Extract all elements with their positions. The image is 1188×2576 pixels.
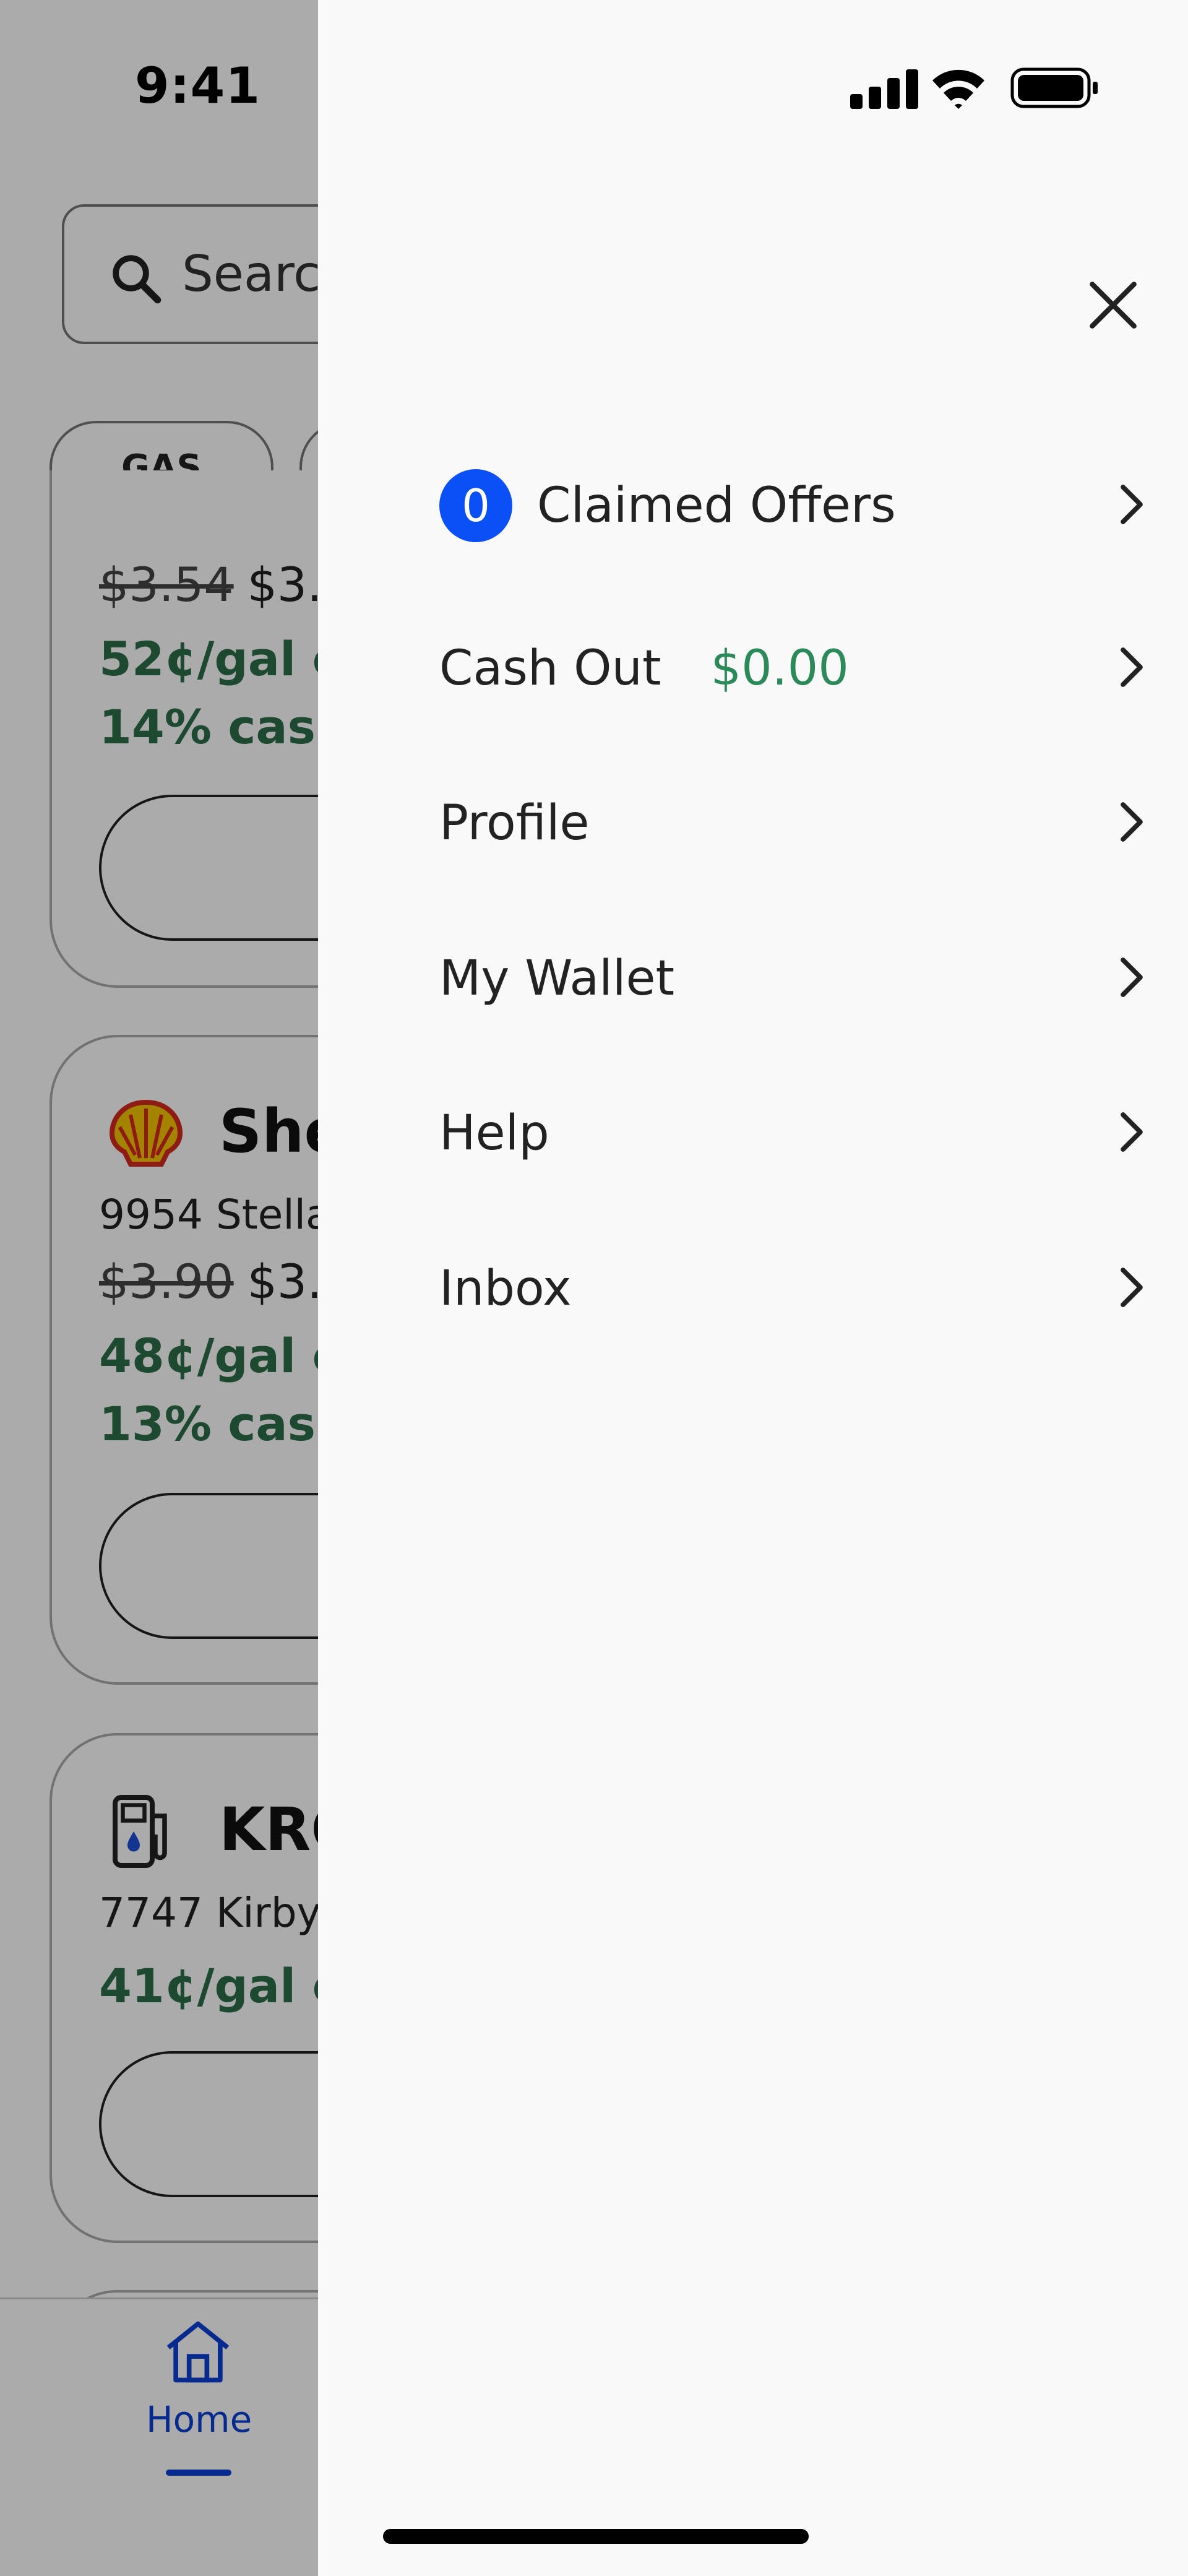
menu-item-inbox[interactable]: Inbox bbox=[439, 1233, 1145, 1344]
menu-item-label: Profile bbox=[439, 795, 590, 851]
signal-icon bbox=[850, 69, 918, 109]
chevron-right-icon bbox=[1119, 800, 1145, 846]
menu-item-profile[interactable]: Profile bbox=[439, 767, 1145, 879]
menu-item-my-wallet[interactable]: My Wallet bbox=[439, 923, 1145, 1034]
chevron-right-icon bbox=[1119, 483, 1145, 529]
menu-item-label: My Wallet bbox=[439, 951, 675, 1006]
close-icon bbox=[1085, 277, 1141, 335]
chevron-right-icon bbox=[1119, 1110, 1145, 1156]
side-drawer: 0 Claimed Offers Cash Out $0.00 Profile … bbox=[318, 0, 1188, 2576]
chevron-right-icon bbox=[1119, 1266, 1145, 1312]
wifi-icon bbox=[932, 69, 984, 109]
menu-item-label: Inbox bbox=[439, 1261, 572, 1316]
home-indicator bbox=[383, 2529, 809, 2544]
menu-item-help[interactable]: Help bbox=[439, 1078, 1145, 1189]
menu-item-label: Help bbox=[439, 1105, 549, 1161]
menu-item-claimed-offers[interactable]: 0 Claimed Offers bbox=[439, 450, 1145, 561]
battery-icon bbox=[1010, 67, 1098, 108]
chevron-right-icon bbox=[1119, 956, 1145, 1001]
offers-count-badge: 0 bbox=[439, 469, 512, 542]
menu-item-label: Claimed Offers bbox=[537, 478, 896, 534]
cash-out-amount: $0.00 bbox=[710, 641, 849, 696]
menu-item-label: Cash Out bbox=[439, 641, 661, 696]
close-button[interactable] bbox=[1067, 260, 1160, 353]
menu-item-cash-out[interactable]: Cash Out $0.00 bbox=[439, 613, 1145, 724]
status-icons bbox=[850, 67, 1098, 113]
chevron-right-icon bbox=[1119, 646, 1145, 691]
